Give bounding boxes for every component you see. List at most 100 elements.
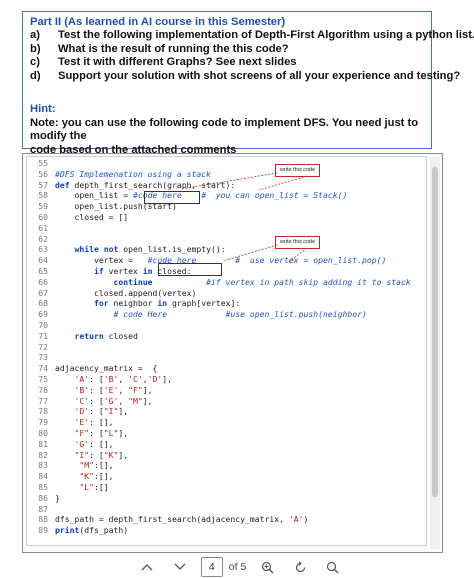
code-token: ], xyxy=(118,406,129,417)
code-token: while not xyxy=(55,244,124,255)
line-number: 79 xyxy=(38,417,48,428)
code-token: print xyxy=(55,525,80,536)
code-token: 'G' xyxy=(55,438,90,449)
code-line: 71 return closed xyxy=(30,331,138,341)
code-line: 57 def depth_first_search(graph, start): xyxy=(30,180,235,190)
task-item-b: b) What is the result of running the this… xyxy=(30,43,424,57)
line-number: 59 xyxy=(38,201,48,212)
code-line: 87 xyxy=(30,504,55,514)
task-letter: d) xyxy=(30,69,41,82)
code-line: 73 xyxy=(30,352,55,362)
code-token: ], xyxy=(118,449,129,460)
code-editor: 55 56 #DFS Implemenation using a stack 57 de… xyxy=(26,156,427,546)
task-text: Test it with different Graphs? See next … xyxy=(58,56,297,68)
code-line: 63 while not open_list.is_empty(): xyxy=(30,244,226,255)
code-token: closed xyxy=(108,330,138,341)
code-line: 74 adjacency_matrix = { xyxy=(30,363,157,373)
line-number: 88 xyxy=(38,514,48,525)
line-number: 72 xyxy=(38,341,48,352)
code-token: ], xyxy=(142,395,153,406)
code-line: 80 "F": ["L"], xyxy=(30,428,128,438)
task-letter: a) xyxy=(30,29,40,41)
line-number: 58 xyxy=(38,190,48,201)
line-number: 62 xyxy=(38,233,48,244)
code-token: 'A' xyxy=(288,514,304,525)
code-line: 72 xyxy=(30,342,55,352)
task-item-c: c) Test it with different Graphs? See nex… xyxy=(30,56,424,70)
code-token: :[], xyxy=(93,471,114,482)
code-line: 78 'D': ["I"], xyxy=(30,406,128,416)
note-line-1: Note: you can use the following code to … xyxy=(30,116,419,143)
line-number: 81 xyxy=(38,438,48,449)
code-line: 66 continue #if vertex in path skip addi… xyxy=(30,276,410,287)
task-text: What is the result of running the this c… xyxy=(58,42,289,55)
line-number: 83 xyxy=(38,460,48,471)
line-number: 75 xyxy=(38,374,48,384)
code-token: continue xyxy=(55,276,207,287)
code-token: closed = [] xyxy=(55,212,129,222)
highlight-box xyxy=(144,191,200,204)
scrollbar[interactable] xyxy=(430,157,440,549)
line-number: 61 xyxy=(38,222,48,233)
line-number: 65 xyxy=(38,266,48,276)
task-text: Test the following implementation of Dep… xyxy=(58,29,474,41)
line-number: 82 xyxy=(38,449,48,460)
line-number: 63 xyxy=(38,244,48,255)
line-number: 56 xyxy=(38,168,48,179)
code-token: # code Here #use open_list.push(neighbor… xyxy=(55,309,367,320)
code-line: 81 'G': [], xyxy=(30,438,114,449)
page-total: of 5 xyxy=(228,561,247,573)
code-token: : [], xyxy=(89,438,114,449)
chevron-down-icon[interactable] xyxy=(168,556,192,578)
code-line: 55 xyxy=(30,158,55,168)
scroll-thumb[interactable] xyxy=(432,167,438,497)
code-token: adjacency_matrix = { xyxy=(55,363,158,374)
code-token: 'G' xyxy=(103,395,119,406)
task-box: Part II (As learned in AI course in this… xyxy=(22,11,474,156)
zoom-in-icon[interactable] xyxy=(255,556,279,578)
page-number-input[interactable]: 4 xyxy=(200,557,223,577)
line-number: 55 xyxy=(38,158,48,168)
code-token: depth_first_search(graph, start): xyxy=(74,179,236,190)
code-line: 79 'E': [], xyxy=(30,417,114,428)
code-token: : [ xyxy=(89,384,104,395)
line-number: 70 xyxy=(38,320,48,330)
code-token: 'E' xyxy=(55,417,90,428)
rotate-icon[interactable] xyxy=(288,556,312,578)
chevron-up-icon[interactable] xyxy=(135,556,159,578)
code-screenshot: 55 56 #DFS Implemenation using a stack 57 de… xyxy=(22,153,443,553)
code-line: 88 dfs_path = depth_first_search(adjacenc… xyxy=(30,514,308,524)
task-text: Support your solution with shot screens … xyxy=(58,69,461,82)
line-number: 86 xyxy=(38,492,48,503)
line-number: 71 xyxy=(38,330,48,341)
code-token: "M" xyxy=(128,395,143,406)
line-number: 60 xyxy=(38,212,48,222)
line-number: 85 xyxy=(38,482,48,492)
code-line: 86} xyxy=(30,493,60,503)
code-token: : [], xyxy=(89,417,114,428)
code-token: "K" xyxy=(103,449,119,460)
code-line: 68 for neighbor in graph[vertex]: xyxy=(30,298,240,308)
code-token: 'E' xyxy=(103,384,119,395)
code-token: ], xyxy=(162,374,172,384)
code-token: vertex = xyxy=(55,255,148,266)
code-token: , xyxy=(118,395,129,406)
callout-write-code-2: write this code xyxy=(275,236,321,249)
code-token: def xyxy=(55,179,75,190)
code-token: #DFS Implemenation using a stack xyxy=(55,168,211,179)
code-token: 'D' xyxy=(147,374,163,384)
line-number: 57 xyxy=(38,179,48,190)
search-icon[interactable] xyxy=(321,556,345,578)
code-token: open_list.is_empty(): xyxy=(123,244,226,255)
line-number: 87 xyxy=(38,503,48,514)
code-token: 'D' xyxy=(55,406,90,417)
code-token: vertex xyxy=(108,266,143,276)
line-number: 89 xyxy=(38,525,48,536)
code-token: dfs_path = depth_first_search(adjacency_… xyxy=(55,514,289,525)
code-token: "M" xyxy=(55,460,94,471)
line-number: 84 xyxy=(38,471,48,482)
page-indicator: 4 of 5 xyxy=(200,557,247,577)
line-number: 66 xyxy=(38,276,48,287)
code-line: 67 closed.append(vertex) xyxy=(30,288,196,298)
code-token: in xyxy=(157,298,172,309)
